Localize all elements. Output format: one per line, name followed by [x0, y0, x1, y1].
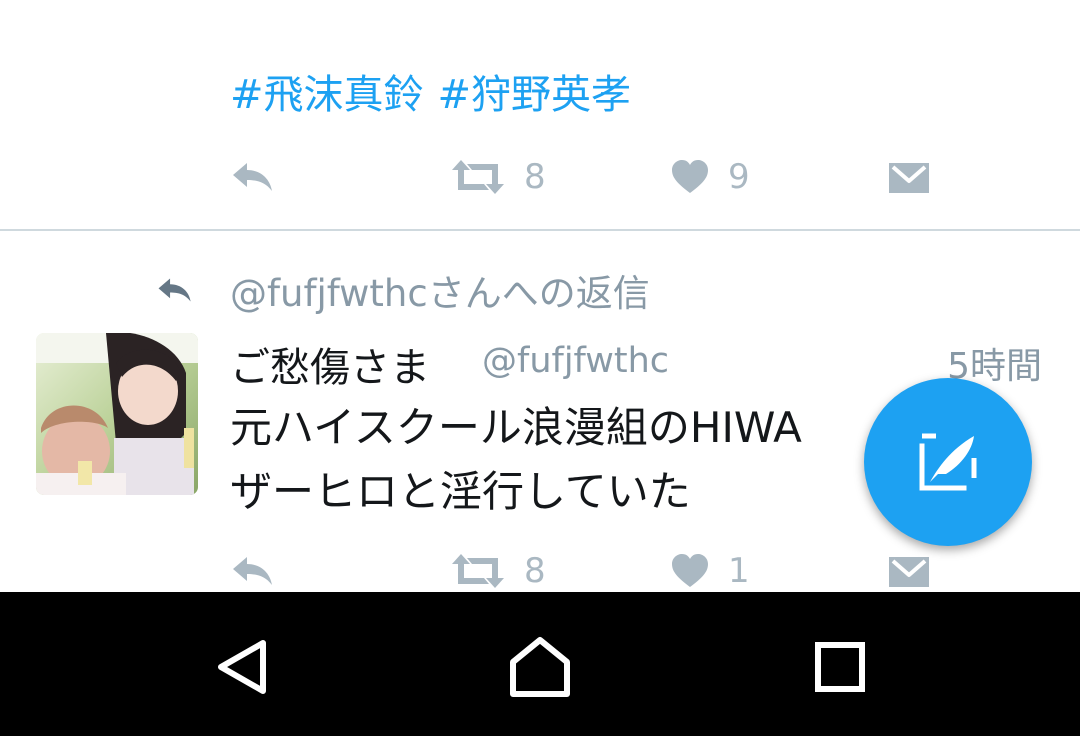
user-handle[interactable]: @fufjfwthc [482, 341, 669, 381]
compose-tweet-icon [919, 433, 977, 491]
reply-button[interactable] [230, 546, 276, 596]
hashtag-link[interactable]: #飛沫真鈴 [230, 72, 424, 118]
tweet-hashtags: #飛沫真鈴 #狩野英孝 [230, 62, 631, 120]
like-button[interactable]: 9 [670, 152, 750, 202]
like-button[interactable]: 1 [670, 546, 750, 596]
heart-icon [672, 160, 708, 193]
reply-context[interactable]: @fufjfwthcさんへの返信 [150, 266, 650, 315]
avatar[interactable] [36, 333, 198, 495]
tweet-action-bar: 8 1 [0, 546, 1080, 596]
back-triangle-icon [218, 640, 266, 694]
recents-square-icon [815, 642, 865, 692]
reply-icon [233, 557, 272, 585]
tweet-header: ご愁傷さま @fufjfwthc 5時間 [230, 335, 1050, 391]
compose-tweet-button[interactable] [864, 378, 1032, 546]
envelope-icon [889, 163, 929, 193]
twitter-timeline-screen: #飛沫真鈴 #狩野英孝 8 9 @fufjfwthcさんへの返信 ご愁傷さま @… [0, 0, 1080, 736]
tweet-text-line: ザーヒロと淫行していた [230, 467, 691, 516]
like-count: 1 [728, 551, 750, 591]
tweet-divider [0, 229, 1080, 231]
tweet-text-line: 元ハイスクール浪漫組のHIWA [230, 403, 802, 452]
retweet-icon [452, 160, 504, 194]
direct-message-button[interactable] [888, 546, 930, 596]
recents-button[interactable] [805, 632, 875, 702]
tweet-text: 元ハイスクール浪漫組のHIWA ザーヒロと淫行していた [230, 396, 890, 524]
retweet-count: 8 [524, 157, 546, 197]
system-navigation-bar [0, 592, 1080, 736]
like-count: 9 [728, 157, 750, 197]
heart-icon [672, 554, 708, 587]
retweet-count: 8 [524, 551, 546, 591]
tweet-action-bar: 8 9 [0, 152, 1080, 202]
reply-icon [233, 163, 272, 191]
home-icon [510, 637, 570, 697]
retweet-button[interactable]: 8 [450, 152, 546, 202]
reply-context-text: @fufjfwthcさんへの返信 [230, 272, 650, 315]
display-name[interactable]: ご愁傷さま [230, 335, 430, 393]
back-button[interactable] [206, 632, 276, 702]
envelope-icon [889, 557, 929, 587]
hashtag-link[interactable]: #狩野英孝 [438, 72, 632, 118]
direct-message-button[interactable] [888, 152, 930, 202]
retweet-icon [452, 554, 504, 588]
reply-context-icon [150, 276, 200, 304]
home-button[interactable] [505, 632, 575, 702]
reply-button[interactable] [230, 152, 276, 202]
retweet-button[interactable]: 8 [450, 546, 546, 596]
